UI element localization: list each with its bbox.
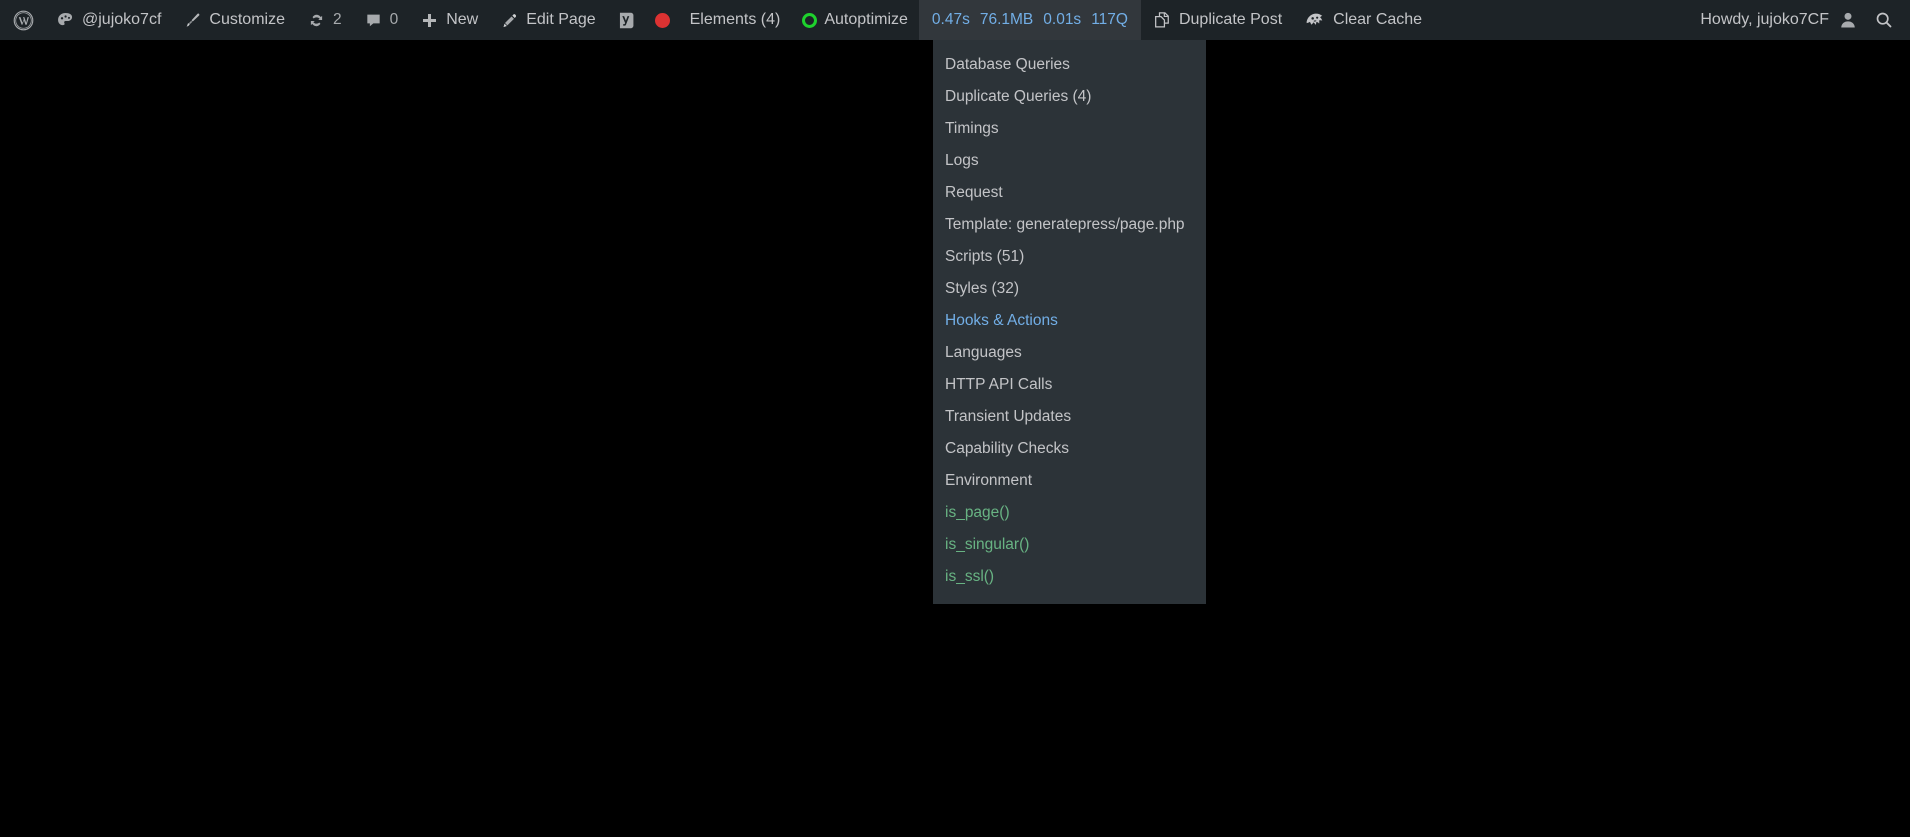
green-ring-icon bbox=[802, 12, 818, 28]
elements-button[interactable]: Elements (4) bbox=[679, 0, 792, 40]
qm-menu-item[interactable]: Environment bbox=[933, 465, 1206, 497]
new-content-label: New bbox=[446, 11, 479, 28]
qm-query-count: 117Q bbox=[1091, 11, 1128, 29]
qm-menu-item[interactable]: Duplicate Queries (4) bbox=[933, 81, 1206, 113]
comment-bubble-icon bbox=[364, 11, 383, 30]
duplicate-post-button[interactable]: Duplicate Post bbox=[1141, 0, 1293, 40]
admin-bar-left-group: @jujoko7cf Customize 2 0 New Edit Page E… bbox=[0, 0, 1433, 40]
wp-logo-button[interactable] bbox=[0, 0, 45, 40]
wordpress-icon bbox=[13, 10, 34, 31]
qm-menu-item[interactable]: Hooks & Actions bbox=[933, 305, 1206, 337]
qm-db-time: 0.01s bbox=[1043, 11, 1082, 29]
qm-menu-item[interactable]: Languages bbox=[933, 337, 1206, 369]
qm-menu-item[interactable]: HTTP API Calls bbox=[933, 369, 1206, 401]
avatar-icon bbox=[1838, 10, 1858, 30]
clear-cache-label: Clear Cache bbox=[1333, 11, 1423, 28]
comments-button[interactable]: 0 bbox=[353, 0, 410, 40]
duplicate-pages-icon bbox=[1152, 10, 1172, 30]
site-name-button[interactable]: @jujoko7cf bbox=[45, 0, 172, 40]
edit-page-label: Edit Page bbox=[526, 11, 596, 28]
my-account-button[interactable]: Howdy, jujoko7CF bbox=[1689, 0, 1864, 40]
updates-sync-icon bbox=[307, 11, 326, 30]
admin-bar: @jujoko7cf Customize 2 0 New Edit Page E… bbox=[0, 0, 1910, 40]
qm-menu-item[interactable]: Capability Checks bbox=[933, 433, 1206, 465]
duplicate-post-label: Duplicate Post bbox=[1178, 11, 1283, 28]
plus-icon bbox=[420, 11, 439, 30]
autoptimize-label: Autoptimize bbox=[824, 11, 908, 28]
wp-rocket-icon bbox=[1304, 10, 1326, 30]
updates-button[interactable]: 2 bbox=[296, 0, 353, 40]
qm-menu-item[interactable]: is_ssl() bbox=[933, 561, 1206, 593]
query-monitor-button[interactable]: 0.47s 76.1MB 0.01s 117Q bbox=[918, 0, 1141, 40]
site-name-label: @jujoko7cf bbox=[82, 11, 162, 28]
qm-page-time: 0.47s bbox=[931, 11, 970, 29]
admin-bar-right-group: Howdy, jujoko7CF bbox=[1689, 0, 1910, 40]
qm-memory-usage: 76.1MB bbox=[979, 11, 1034, 29]
howdy-label: Howdy, jujoko7CF bbox=[1700, 11, 1829, 28]
clear-cache-button[interactable]: Clear Cache bbox=[1293, 0, 1433, 40]
qm-menu-item[interactable]: Scripts (51) bbox=[933, 241, 1206, 273]
customize-button[interactable]: Customize bbox=[172, 0, 296, 40]
qm-menu-item[interactable]: Request bbox=[933, 177, 1206, 209]
updates-count: 2 bbox=[332, 11, 342, 29]
search-icon bbox=[1874, 10, 1894, 30]
query-monitor-dropdown: Database Queries Duplicate Queries (4) Tim… bbox=[933, 40, 1206, 604]
elements-label: Elements (4) bbox=[689, 11, 781, 28]
search-button[interactable] bbox=[1864, 0, 1910, 40]
qm-menu-item[interactable]: is_singular() bbox=[933, 529, 1206, 561]
qm-menu-item[interactable]: Database Queries bbox=[933, 49, 1206, 81]
yoast-logo-icon bbox=[616, 10, 637, 31]
edit-page-button[interactable]: Edit Page bbox=[489, 0, 606, 40]
yoast-seo-button[interactable] bbox=[607, 0, 646, 40]
qm-menu-item[interactable]: Styles (32) bbox=[933, 273, 1206, 305]
qm-menu-item[interactable]: Logs bbox=[933, 145, 1206, 177]
pencil-icon bbox=[500, 11, 519, 30]
seo-score-indicator[interactable] bbox=[646, 0, 679, 40]
paintbrush-icon bbox=[183, 11, 202, 30]
autoptimize-button[interactable]: Autoptimize bbox=[791, 0, 919, 40]
qm-menu-item[interactable]: Timings bbox=[933, 113, 1206, 145]
qm-menu-item[interactable]: Template: generatepress/page.php bbox=[933, 209, 1206, 241]
qm-menu-item[interactable]: Transient Updates bbox=[933, 401, 1206, 433]
customize-label: Customize bbox=[209, 11, 285, 28]
new-content-button[interactable]: New bbox=[409, 0, 489, 40]
qm-menu-item[interactable]: is_page() bbox=[933, 497, 1206, 529]
red-dot-icon bbox=[654, 12, 670, 28]
dashboard-palette-icon bbox=[56, 11, 75, 30]
comments-count: 0 bbox=[389, 11, 399, 29]
